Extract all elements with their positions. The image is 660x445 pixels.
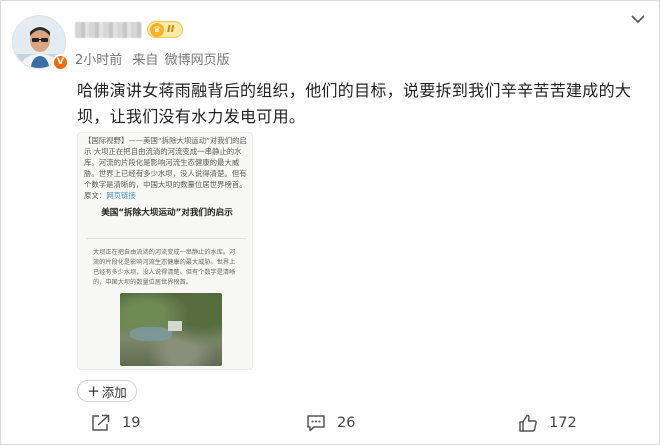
thumbs-up-icon [519,414,537,432]
image-top-text: 【国际视野】——美国“拆除大坝运动”对我们的启示 大坝正在把自由流淌的河流变成一… [84,135,252,201]
author-name-blurred[interactable] [75,22,142,38]
action-bar: 19 26 172 [1,409,660,437]
dam-photo [120,293,222,366]
forward-button[interactable]: 19 [91,409,140,437]
plus-icon: + [87,381,100,400]
post-source[interactable]: 微博网页版 [165,53,230,68]
comment-count: 26 [337,415,356,431]
comment-button[interactable]: 26 [306,409,355,437]
like-button[interactable]: 172 [518,409,577,437]
chevron-down-icon [631,15,645,24]
image-web-link: 网页链接 [106,191,136,200]
verified-badge-icon: V [52,54,69,71]
level-badge[interactable]: ♛ II [147,21,183,38]
forward-count: 19 [122,415,141,431]
post-text: 哈佛演讲女蒋雨融背后的组织，他们的目标，说要拆到我们辛辛苦苦建成的大坝，让我们没… [77,81,632,126]
weibo-post-card: V ♛ II 2小时前 来自 微博网页版 哈佛演讲女蒋雨融背后的组织，他们的目标… [0,0,660,445]
image-heading: 美国“拆除大坝运动”对我们的启示 [101,208,233,218]
image-body-text: 大坝正在把自由流淌的河流变成一串静止的水库。河流的片段化是影响河流生态健康的最大… [93,249,236,286]
crown-icon: ♛ [150,22,164,37]
image-divider [86,238,246,239]
like-count: 172 [549,415,577,431]
post-image[interactable]: 【国际视野】——美国“拆除大坝运动”对我们的启示 大坝正在把自由流淌的河流变成一… [77,132,253,370]
author-avatar[interactable]: V [12,15,69,71]
add-button-label: 添加 [101,384,127,400]
more-options-button[interactable] [628,9,648,29]
level-label: II [167,24,175,35]
forward-icon [92,414,110,431]
post-meta: 2小时前 来自 微博网页版 [75,49,236,68]
source-prefix: 来自 [132,53,159,68]
add-button[interactable]: + 添加 [77,380,137,402]
dam-shape [168,321,182,331]
post-time[interactable]: 2小时前 [75,53,122,68]
comment-icon [307,415,325,432]
water-shape [130,327,172,341]
